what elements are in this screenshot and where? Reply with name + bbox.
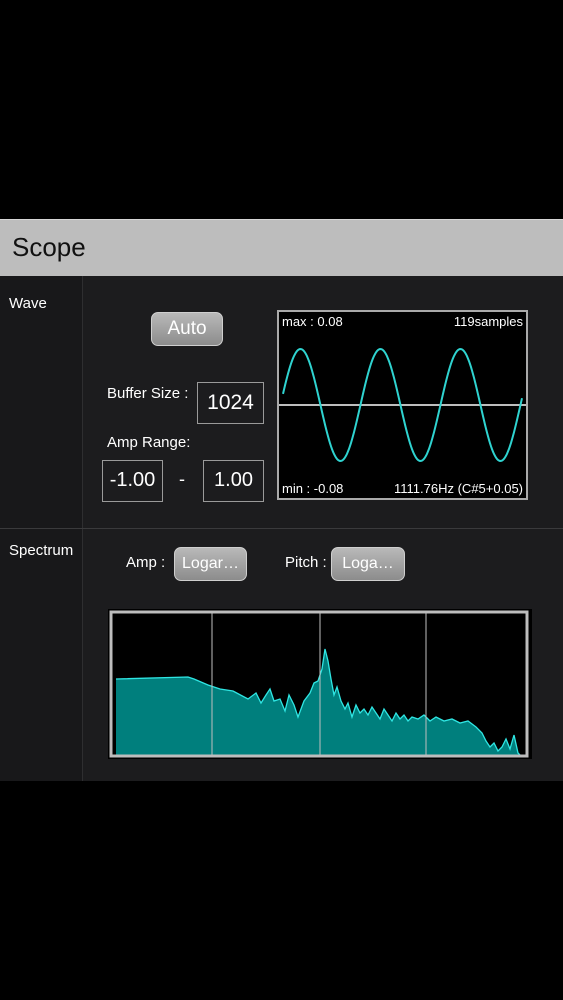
scope-max-text: max : 0.08 bbox=[282, 314, 343, 329]
page-title: Scope bbox=[12, 232, 86, 262]
spectrum-pitch-scale-button[interactable]: Loga… bbox=[331, 547, 405, 581]
waveform-plot bbox=[279, 347, 526, 463]
spectrum-graph bbox=[108, 609, 532, 759]
scope-samples-text: 119samples bbox=[453, 314, 523, 329]
spectrum-amp-label: Amp : bbox=[126, 554, 166, 571]
spectrum-amp-scale-button[interactable]: Logar… bbox=[174, 547, 247, 581]
buffer-size-label: Buffer Size : bbox=[107, 385, 189, 402]
scope-frequency-text: 1111.76Hz (C#5+0.05) bbox=[394, 481, 523, 496]
waveform-scope: max : 0.08 119samples min : -0.08 1111.7… bbox=[277, 310, 528, 500]
title-bar: Scope bbox=[0, 219, 563, 276]
buffer-size-field[interactable]: 1024 bbox=[197, 382, 264, 424]
amp-range-max-field[interactable]: 1.00 bbox=[203, 460, 264, 502]
section-divider bbox=[0, 528, 563, 529]
spectrum-section-label: Spectrum bbox=[9, 542, 74, 559]
spectrum-fill bbox=[116, 649, 521, 756]
amp-range-min-field[interactable]: -1.00 bbox=[102, 460, 163, 502]
spectrum-plot bbox=[109, 610, 529, 758]
amp-range-label: Amp Range: bbox=[107, 434, 191, 451]
auto-button[interactable]: Auto bbox=[151, 312, 223, 346]
amp-range-separator: - bbox=[179, 469, 185, 489]
wave-section-label: Wave bbox=[9, 295, 47, 312]
scope-min-text: min : -0.08 bbox=[282, 481, 344, 496]
scope-panel: Wave Auto Buffer Size : 1024 Amp Range: … bbox=[0, 276, 563, 781]
spectrum-pitch-label: Pitch : bbox=[285, 554, 327, 571]
